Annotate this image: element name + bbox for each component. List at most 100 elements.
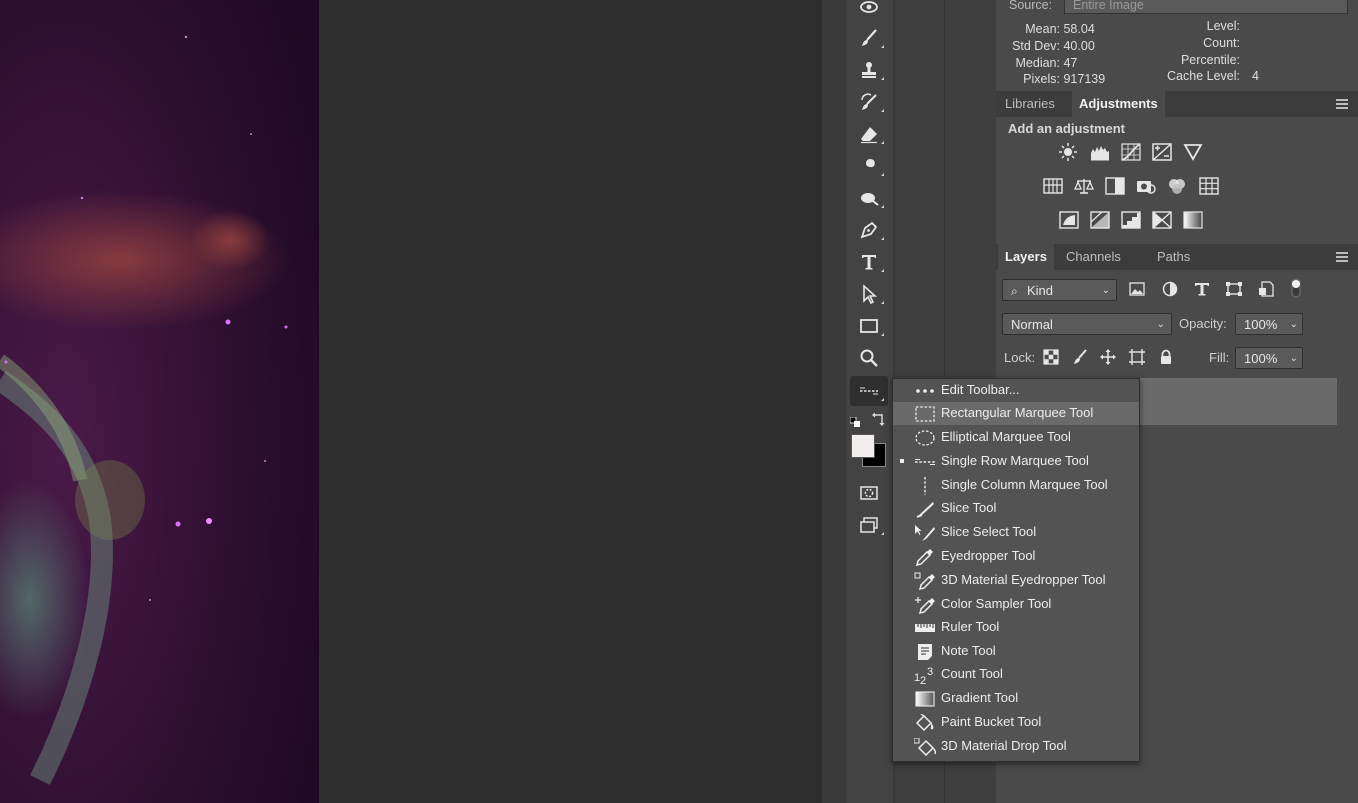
brush-tool-button[interactable]	[846, 23, 892, 53]
flyout-item-color-sampler-tool[interactable]: Color Sampler Tool	[893, 593, 1139, 616]
flyout-item-3d-material-eyedropper-tool[interactable]: 3D Material Eyedropper Tool	[893, 569, 1139, 592]
tab-paths[interactable]: Paths	[1150, 244, 1197, 270]
screen-mode-icon	[860, 517, 878, 533]
count-label: Count:	[1203, 36, 1240, 50]
color-lookup-icon[interactable]	[1198, 177, 1220, 195]
chevron-down-icon: ⌄	[1101, 285, 1110, 296]
default-colors-icon[interactable]	[849, 414, 860, 427]
shape-layer-filter-icon[interactable]	[1225, 281, 1243, 297]
pasteboard	[319, 0, 822, 803]
flyout-item-label: Edit Toolbar...	[941, 382, 1020, 397]
posterize-icon[interactable]	[1089, 211, 1111, 229]
pixels-row: Pixels: 917139	[1000, 72, 1105, 86]
filter-toggle-switch[interactable]	[1290, 277, 1302, 299]
pixel-layer-filter-icon[interactable]	[1128, 281, 1146, 297]
rectangle-tool-button[interactable]	[846, 311, 892, 341]
smart-object-filter-icon[interactable]	[1257, 281, 1275, 297]
tab-channels[interactable]: Channels	[1059, 244, 1128, 270]
type-layer-filter-icon[interactable]	[1193, 281, 1211, 297]
screen-mode-button[interactable]	[846, 510, 892, 540]
lock-image-pixels-icon[interactable]	[1072, 349, 1088, 365]
adjustment-layer-filter-icon[interactable]	[1161, 281, 1179, 297]
photo-filter-icon[interactable]	[1135, 177, 1157, 195]
exposure-icon[interactable]	[1151, 143, 1173, 161]
panel-menu-icon[interactable]	[1336, 99, 1348, 109]
flyout-item-count-tool[interactable]: 1 2 3 Count Tool	[893, 663, 1139, 686]
blend-mode-select[interactable]: Normal ⌄	[1002, 313, 1172, 335]
brightness-contrast-icon[interactable]	[1057, 143, 1079, 161]
mean-row: Mean: 58.04	[1000, 22, 1095, 36]
smudge-tool-button[interactable]	[846, 151, 892, 181]
source-select[interactable]: Entire Image	[1064, 0, 1348, 14]
tab-adjustments[interactable]: Adjustments	[1072, 91, 1165, 117]
levels-icon[interactable]	[1089, 143, 1111, 161]
threshold-icon[interactable]	[1120, 211, 1142, 229]
flyout-item-gradient-tool[interactable]: Gradient Tool	[893, 687, 1139, 710]
flyout-item-label: Single Row Marquee Tool	[941, 453, 1089, 468]
adjustments-tabbar: Libraries Adjustments	[996, 91, 1358, 117]
quick-mask-icon	[860, 486, 878, 500]
vibrance-icon[interactable]	[1182, 143, 1204, 161]
lock-all-icon[interactable]	[1158, 349, 1174, 365]
count-icon: 123	[913, 665, 937, 684]
kind-filter-select[interactable]: ⌕ Kind ⌄	[1002, 279, 1117, 301]
panel-divider	[822, 0, 846, 803]
dodge-tool-button[interactable]	[846, 183, 892, 213]
eraser-tool-button[interactable]	[846, 119, 892, 149]
swap-colors-icon[interactable]	[872, 412, 886, 426]
rect-marquee-icon	[913, 404, 937, 423]
median-value: 47	[1063, 56, 1078, 70]
gradient-map-icon[interactable]	[1182, 211, 1204, 229]
fill-field[interactable]: 100% ⌄	[1235, 347, 1303, 369]
selective-color-icon[interactable]	[1151, 211, 1173, 229]
type-tool-button[interactable]	[846, 247, 892, 277]
flyout-item-single-row-marquee-tool[interactable]: Single Row Marquee Tool	[893, 450, 1139, 473]
eyedropper-icon	[913, 547, 937, 566]
lock-artboard-icon[interactable]	[1129, 349, 1145, 365]
cache-level-label: Cache Level:	[1167, 69, 1240, 83]
flyout-item-elliptical-marquee-tool[interactable]: Elliptical Marquee Tool	[893, 426, 1139, 449]
history-brush-tool-button[interactable]	[846, 87, 892, 117]
stddev-value: 40.00	[1063, 39, 1095, 53]
tab-libraries[interactable]: Libraries	[998, 91, 1062, 117]
zoom-tool-button[interactable]	[846, 343, 892, 373]
black-white-icon[interactable]	[1104, 177, 1126, 195]
document-canvas[interactable]	[0, 0, 319, 803]
flyout-item-3d-material-drop-tool[interactable]: 3D Material Drop Tool	[893, 735, 1139, 758]
flyout-item-label: 3D Material Drop Tool	[941, 738, 1067, 753]
flyout-item-eyedropper-tool[interactable]: Eyedropper Tool	[893, 545, 1139, 568]
eye-tool-button[interactable]	[846, 0, 892, 22]
arrow-pointer-icon	[863, 284, 878, 304]
stamp-tool-button[interactable]	[846, 55, 892, 85]
flyout-item-single-column-marquee-tool[interactable]: Single Column Marquee Tool	[893, 474, 1139, 497]
fill-label: Fill:	[1209, 350, 1230, 365]
foreground-color-swatch[interactable]	[851, 434, 875, 458]
flyout-item-slice-select-tool[interactable]: Slice Select Tool	[893, 521, 1139, 544]
slice-icon	[913, 499, 937, 518]
flyout-item-rectangular-marquee-tool[interactable]: Rectangular Marquee Tool	[893, 402, 1139, 425]
marquee-tool-button[interactable]	[850, 376, 888, 406]
flyout-item-label: Gradient Tool	[941, 690, 1019, 705]
flyout-item-slice-tool[interactable]: Slice Tool	[893, 497, 1139, 520]
lock-transparent-pixels-icon[interactable]	[1043, 349, 1059, 365]
gradient-icon	[913, 689, 937, 708]
color-balance-icon[interactable]	[1073, 177, 1095, 195]
flyout-item-paint-bucket-tool[interactable]: Paint Bucket Tool	[893, 711, 1139, 734]
invert-icon[interactable]	[1058, 211, 1080, 229]
quick-mask-button[interactable]	[846, 478, 892, 508]
lock-position-icon[interactable]	[1100, 349, 1116, 365]
hue-saturation-icon[interactable]	[1042, 177, 1064, 195]
curves-icon[interactable]	[1120, 143, 1142, 161]
path-selection-tool-button[interactable]	[846, 279, 892, 309]
source-value: Entire Image	[1073, 0, 1144, 12]
pen-tool-button[interactable]	[846, 215, 892, 245]
flyout-item-edit-toolbar[interactable]: Edit Toolbar...	[893, 379, 1139, 402]
clone-stamp-icon	[862, 62, 876, 78]
flyout-item-note-tool[interactable]: Note Tool	[893, 640, 1139, 663]
opacity-field[interactable]: 100% ⌄	[1235, 313, 1303, 335]
flyout-item-ruler-tool[interactable]: Ruler Tool	[893, 616, 1139, 639]
median-label: Median:	[1015, 56, 1060, 70]
channel-mixer-icon[interactable]	[1166, 177, 1188, 195]
layers-panel-menu-icon[interactable]	[1336, 252, 1348, 262]
tab-layers[interactable]: Layers	[998, 244, 1054, 270]
